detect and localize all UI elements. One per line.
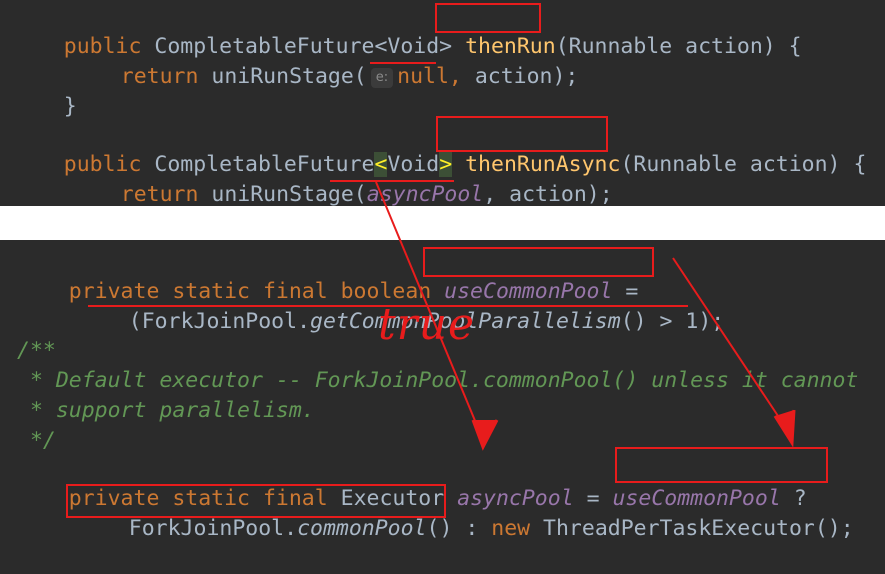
annotation-arrows — [375, 181, 796, 451]
arrow-use-common-pool-to-condition — [672, 257, 791, 435]
handwritten-true-label: true — [378, 299, 476, 350]
arrowhead-left — [471, 419, 499, 451]
